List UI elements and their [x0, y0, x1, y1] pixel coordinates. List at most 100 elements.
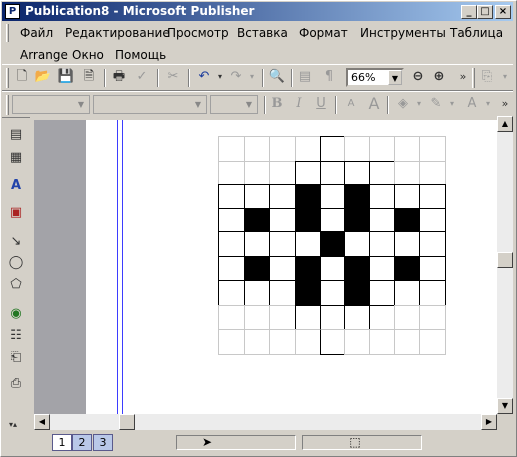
table-cell[interactable] — [320, 161, 345, 185]
chevron-down-icon[interactable]: ▾ — [496, 68, 514, 86]
table-cell[interactable] — [244, 184, 270, 209]
spelling-icon[interactable]: ✓ — [133, 68, 151, 86]
table-cell[interactable] — [244, 231, 270, 257]
table-cell[interactable] — [269, 231, 296, 257]
table-cell[interactable] — [344, 256, 370, 281]
chevron-down-icon[interactable]: ▾ — [479, 95, 497, 113]
table-cell[interactable] — [269, 280, 296, 306]
table-cell[interactable] — [344, 231, 370, 257]
bold-icon[interactable]: B — [268, 95, 286, 113]
redo-dropdown-icon[interactable]: ▾ — [243, 68, 261, 86]
table-cell[interactable] — [419, 184, 446, 209]
table-cell[interactable] — [244, 256, 270, 281]
italic-icon[interactable]: I — [290, 95, 308, 113]
table-cell[interactable] — [218, 184, 245, 209]
table-cell[interactable] — [269, 329, 296, 355]
menu-window[interactable]: Окно — [72, 48, 104, 62]
wordart-tool-icon[interactable]: A — [7, 177, 25, 195]
table-cell[interactable] — [419, 231, 446, 257]
table-cell[interactable] — [295, 161, 321, 185]
menu-tools[interactable]: Инструменты — [360, 26, 446, 40]
special-characters-icon[interactable]: ¶ — [320, 68, 338, 86]
table-cell[interactable] — [369, 256, 395, 281]
table-cell[interactable] — [344, 184, 370, 209]
table-cell[interactable] — [269, 161, 296, 185]
toolbar-grip[interactable] — [472, 68, 475, 88]
table-cell[interactable] — [344, 208, 370, 232]
menu-edit[interactable]: Редактирование — [65, 26, 170, 40]
table-cell[interactable] — [344, 305, 370, 330]
minimize-button[interactable]: _ — [461, 5, 477, 19]
chevron-down-icon[interactable]: ▼ — [191, 97, 205, 112]
html-code-tool-icon[interactable]: ⎗ — [7, 349, 25, 367]
menu-table[interactable]: Таблица — [450, 26, 503, 40]
chevron-down-icon[interactable]: ▼ — [242, 97, 256, 112]
table-cell[interactable] — [244, 329, 270, 355]
save-icon[interactable]: 💾 — [57, 68, 75, 86]
table-cell[interactable] — [244, 280, 270, 306]
table-cell[interactable] — [394, 280, 420, 306]
table-cell[interactable] — [369, 280, 395, 306]
toolbar-grip[interactable] — [6, 68, 9, 88]
table-cell[interactable] — [269, 208, 296, 232]
table-cell[interactable] — [295, 305, 321, 330]
table-cell[interactable] — [269, 305, 296, 330]
table-cell[interactable] — [369, 136, 395, 162]
table-cell[interactable] — [295, 256, 321, 281]
table-cell[interactable] — [394, 256, 420, 281]
table-cell[interactable] — [244, 305, 270, 330]
table-cell[interactable] — [218, 280, 245, 306]
font-size-combo[interactable]: ▼ — [210, 95, 258, 114]
horizontal-scrollbar[interactable]: ◀ ▶ — [34, 414, 497, 430]
scroll-up-button[interactable]: ▲ — [497, 116, 513, 132]
table-cell[interactable] — [244, 208, 270, 232]
menu-help[interactable]: Помощь — [115, 48, 166, 62]
table-cell[interactable] — [295, 231, 321, 257]
table-cell[interactable] — [419, 256, 446, 281]
menu-file[interactable]: Файл — [20, 26, 53, 40]
table-cell[interactable] — [244, 136, 270, 162]
table-cell[interactable] — [394, 208, 420, 232]
vertical-scrollbar[interactable]: ▲ ▼ — [497, 116, 513, 414]
toolbar-options-icon[interactable]: » — [454, 68, 472, 86]
table-cell[interactable] — [269, 136, 296, 162]
line-tool-icon[interactable]: ↘ — [7, 233, 25, 251]
table-cell[interactable] — [369, 161, 395, 185]
toolbar-grip[interactable] — [6, 95, 9, 115]
maximize-button[interactable]: □ — [477, 5, 493, 19]
chevron-down-icon[interactable]: ▾ — [443, 95, 461, 113]
table-cell[interactable] — [320, 256, 345, 281]
menu-format[interactable]: Формат — [299, 26, 348, 40]
oval-tool-icon[interactable]: ◯ — [7, 254, 25, 272]
table-cell[interactable] — [218, 231, 245, 257]
cut-icon[interactable]: ✂ — [164, 68, 182, 86]
table-cell[interactable] — [244, 161, 270, 185]
table-cell[interactable] — [369, 184, 395, 209]
picture-frame-tool-icon[interactable]: ▣ — [7, 204, 25, 222]
table-cell[interactable] — [419, 208, 446, 232]
table-cell[interactable] — [320, 329, 345, 355]
new-icon[interactable]: 🗋 — [13, 68, 31, 86]
pattern-table[interactable] — [218, 136, 446, 355]
menu-arrange[interactable]: Arrange — [20, 48, 68, 62]
table-cell[interactable] — [344, 136, 370, 162]
table-cell[interactable] — [320, 136, 345, 162]
page-tab-2[interactable]: 2 — [72, 434, 92, 451]
table-cell[interactable] — [320, 208, 345, 232]
table-cell[interactable] — [394, 136, 420, 162]
table-cell[interactable] — [269, 256, 296, 281]
table-cell[interactable] — [320, 184, 345, 209]
table-cell[interactable] — [369, 208, 395, 232]
table-cell[interactable] — [394, 305, 420, 330]
table-cell[interactable] — [218, 161, 245, 185]
table-cell[interactable] — [295, 184, 321, 209]
menubar-grip[interactable] — [6, 24, 9, 42]
chevron-down-icon[interactable]: ▾ — [410, 95, 428, 113]
table-cell[interactable] — [394, 231, 420, 257]
table-cell[interactable] — [344, 161, 370, 185]
title-bar[interactable]: P Publication8 - Microsoft Publisher _ □… — [2, 2, 513, 21]
table-cell[interactable] — [369, 231, 395, 257]
table-cell[interactable] — [218, 329, 245, 355]
table-cell[interactable] — [269, 184, 296, 209]
chevron-down-icon[interactable]: ▼ — [74, 97, 88, 112]
